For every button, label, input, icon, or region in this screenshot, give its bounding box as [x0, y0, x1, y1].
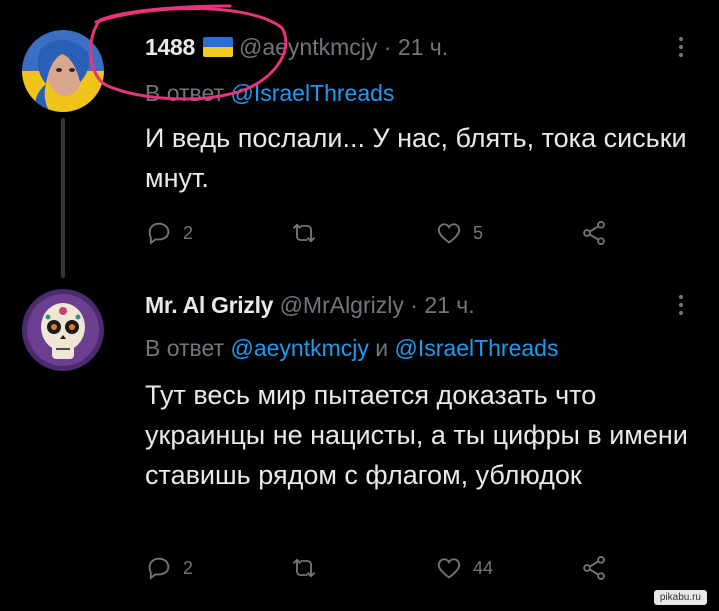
watermark: pikabu.ru	[653, 590, 707, 605]
timestamp[interactable]: 21 ч.	[424, 292, 474, 318]
reply-icon	[148, 557, 170, 580]
reply-icon	[148, 222, 170, 245]
reply-conjunction: и	[375, 335, 389, 361]
share-icon	[583, 220, 605, 246]
more-options-icon[interactable]	[679, 37, 685, 61]
reply-prefix: В ответ	[145, 80, 225, 106]
ukraine-flag-icon	[202, 37, 233, 57]
heart-icon	[437, 223, 461, 244]
more-options-icon[interactable]	[679, 295, 685, 319]
tweet-actions: 2 5	[145, 218, 625, 248]
separator-dot: ·	[410, 292, 418, 318]
thread-line	[61, 118, 65, 278]
avatar[interactable]	[22, 289, 104, 371]
user-handle[interactable]: @aeyntkmcjy	[239, 34, 377, 60]
retweet-icon	[292, 558, 316, 578]
tweet-2[interactable]: Mr. Al Grizly @MrAlgrizly · 21 ч. В отве…	[0, 275, 719, 611]
reply-mention[interactable]: @IsraelThreads	[230, 80, 394, 106]
reply-mention[interactable]: @aeyntkmcjy	[230, 335, 368, 361]
retweet-icon	[292, 223, 316, 243]
heart-icon	[437, 558, 461, 579]
reply-button[interactable]: 2	[145, 553, 193, 583]
reply-count: 2	[183, 222, 194, 243]
reply-prefix: В ответ	[145, 335, 225, 361]
retweet-button[interactable]	[290, 553, 318, 583]
avatar[interactable]	[22, 30, 104, 112]
tweet-header: Mr. Al Grizly @MrAlgrizly · 21 ч.	[145, 292, 475, 319]
tweet-actions: 2 44	[145, 553, 625, 583]
share-button[interactable]	[580, 218, 608, 248]
share-icon	[583, 555, 605, 581]
reply-mention-2[interactable]: @IsraelThreads	[395, 335, 559, 361]
timestamp[interactable]: 21 ч.	[398, 34, 448, 60]
reply-count: 2	[183, 557, 194, 578]
like-count: 44	[473, 557, 494, 578]
tweet-text: Тут весь мир пытается доказать что украи…	[145, 380, 688, 490]
like-button[interactable]: 44	[435, 553, 493, 583]
retweet-button[interactable]	[290, 218, 318, 248]
separator-dot: ·	[383, 34, 392, 60]
tweet-1[interactable]: 1488 @aeyntkmcjy · 21 ч. В ответ @IsraelT…	[0, 0, 719, 278]
share-button[interactable]	[580, 553, 608, 583]
like-count: 5	[473, 222, 484, 243]
reply-context: В ответ @aeyntkmcjy и @IsraelThreads	[145, 335, 558, 362]
like-button[interactable]: 5	[435, 218, 483, 248]
tweet-text: И ведь послали... У нас, блять, тока сис…	[145, 123, 687, 193]
reply-button[interactable]: 2	[145, 218, 193, 248]
display-name[interactable]: 1488	[145, 34, 195, 60]
tweet-header: 1488 @aeyntkmcjy · 21 ч.	[145, 34, 448, 61]
user-handle[interactable]: @MrAlgrizly	[280, 292, 404, 318]
display-name[interactable]: Mr. Al Grizly	[145, 292, 273, 318]
reply-context: В ответ @IsraelThreads	[145, 80, 394, 107]
